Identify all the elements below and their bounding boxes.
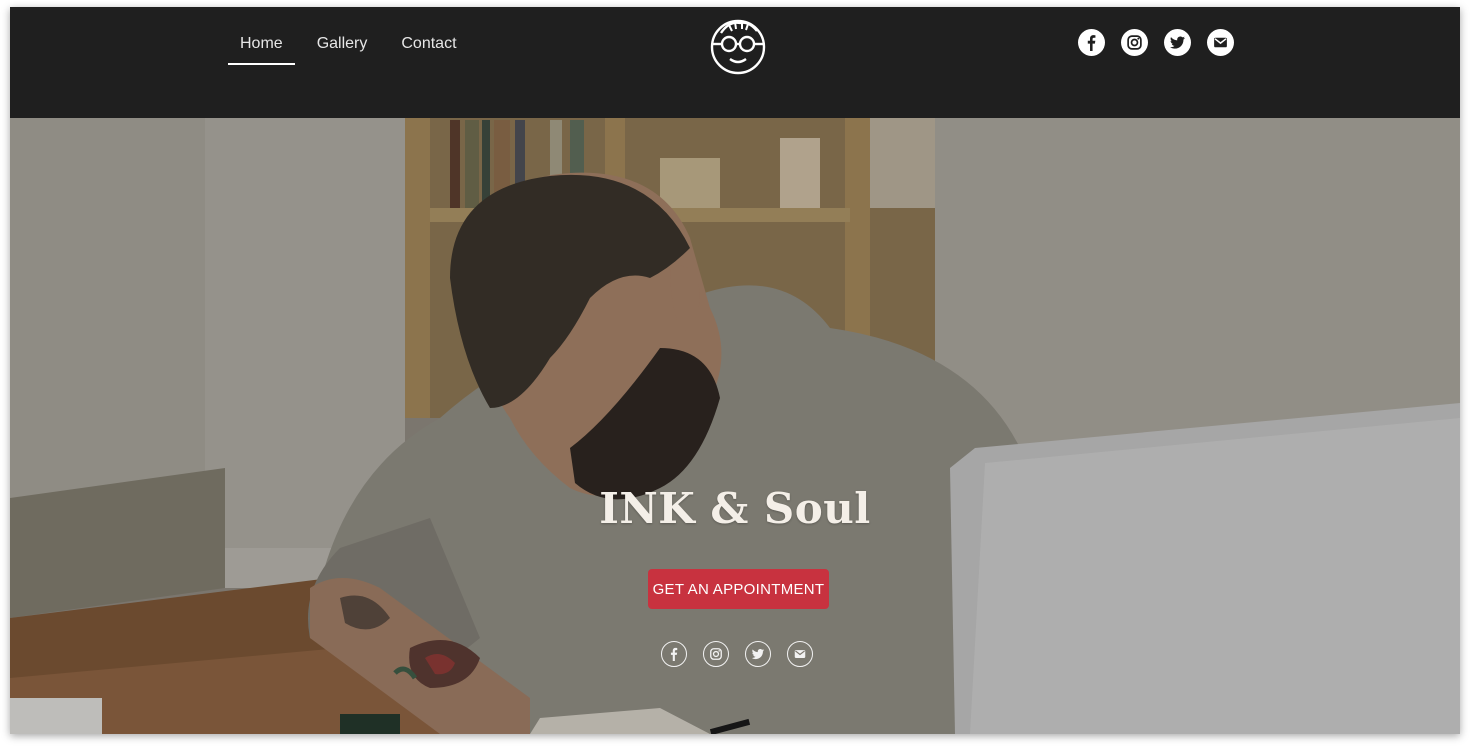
instagram-icon[interactable] [703, 641, 729, 667]
face-with-glasses-logo[interactable] [707, 13, 769, 75]
hero-section: INK & Soul GET AN APPOINTMENT [10, 118, 1460, 734]
twitter-icon[interactable] [745, 641, 771, 667]
nav-links: Home Gallery Contact [228, 31, 479, 65]
nav-link-gallery[interactable]: Gallery [305, 31, 380, 65]
facebook-icon[interactable] [661, 641, 687, 667]
nav-link-contact[interactable]: Contact [389, 31, 468, 65]
hero-title: INK & Soul [599, 484, 871, 533]
email-icon[interactable] [787, 641, 813, 667]
nav-social-links [1078, 29, 1234, 56]
nav-link-home[interactable]: Home [228, 31, 295, 65]
email-icon[interactable] [1207, 29, 1234, 56]
hero-social-links [661, 641, 813, 667]
browser-frame: Home Gallery Contact INK & Soul GET AN A… [10, 7, 1460, 734]
facebook-icon[interactable] [1078, 29, 1105, 56]
instagram-icon[interactable] [1121, 29, 1148, 56]
twitter-icon[interactable] [1164, 29, 1191, 56]
get-appointment-button[interactable]: GET AN APPOINTMENT [648, 569, 829, 609]
top-navbar: Home Gallery Contact [10, 7, 1460, 118]
